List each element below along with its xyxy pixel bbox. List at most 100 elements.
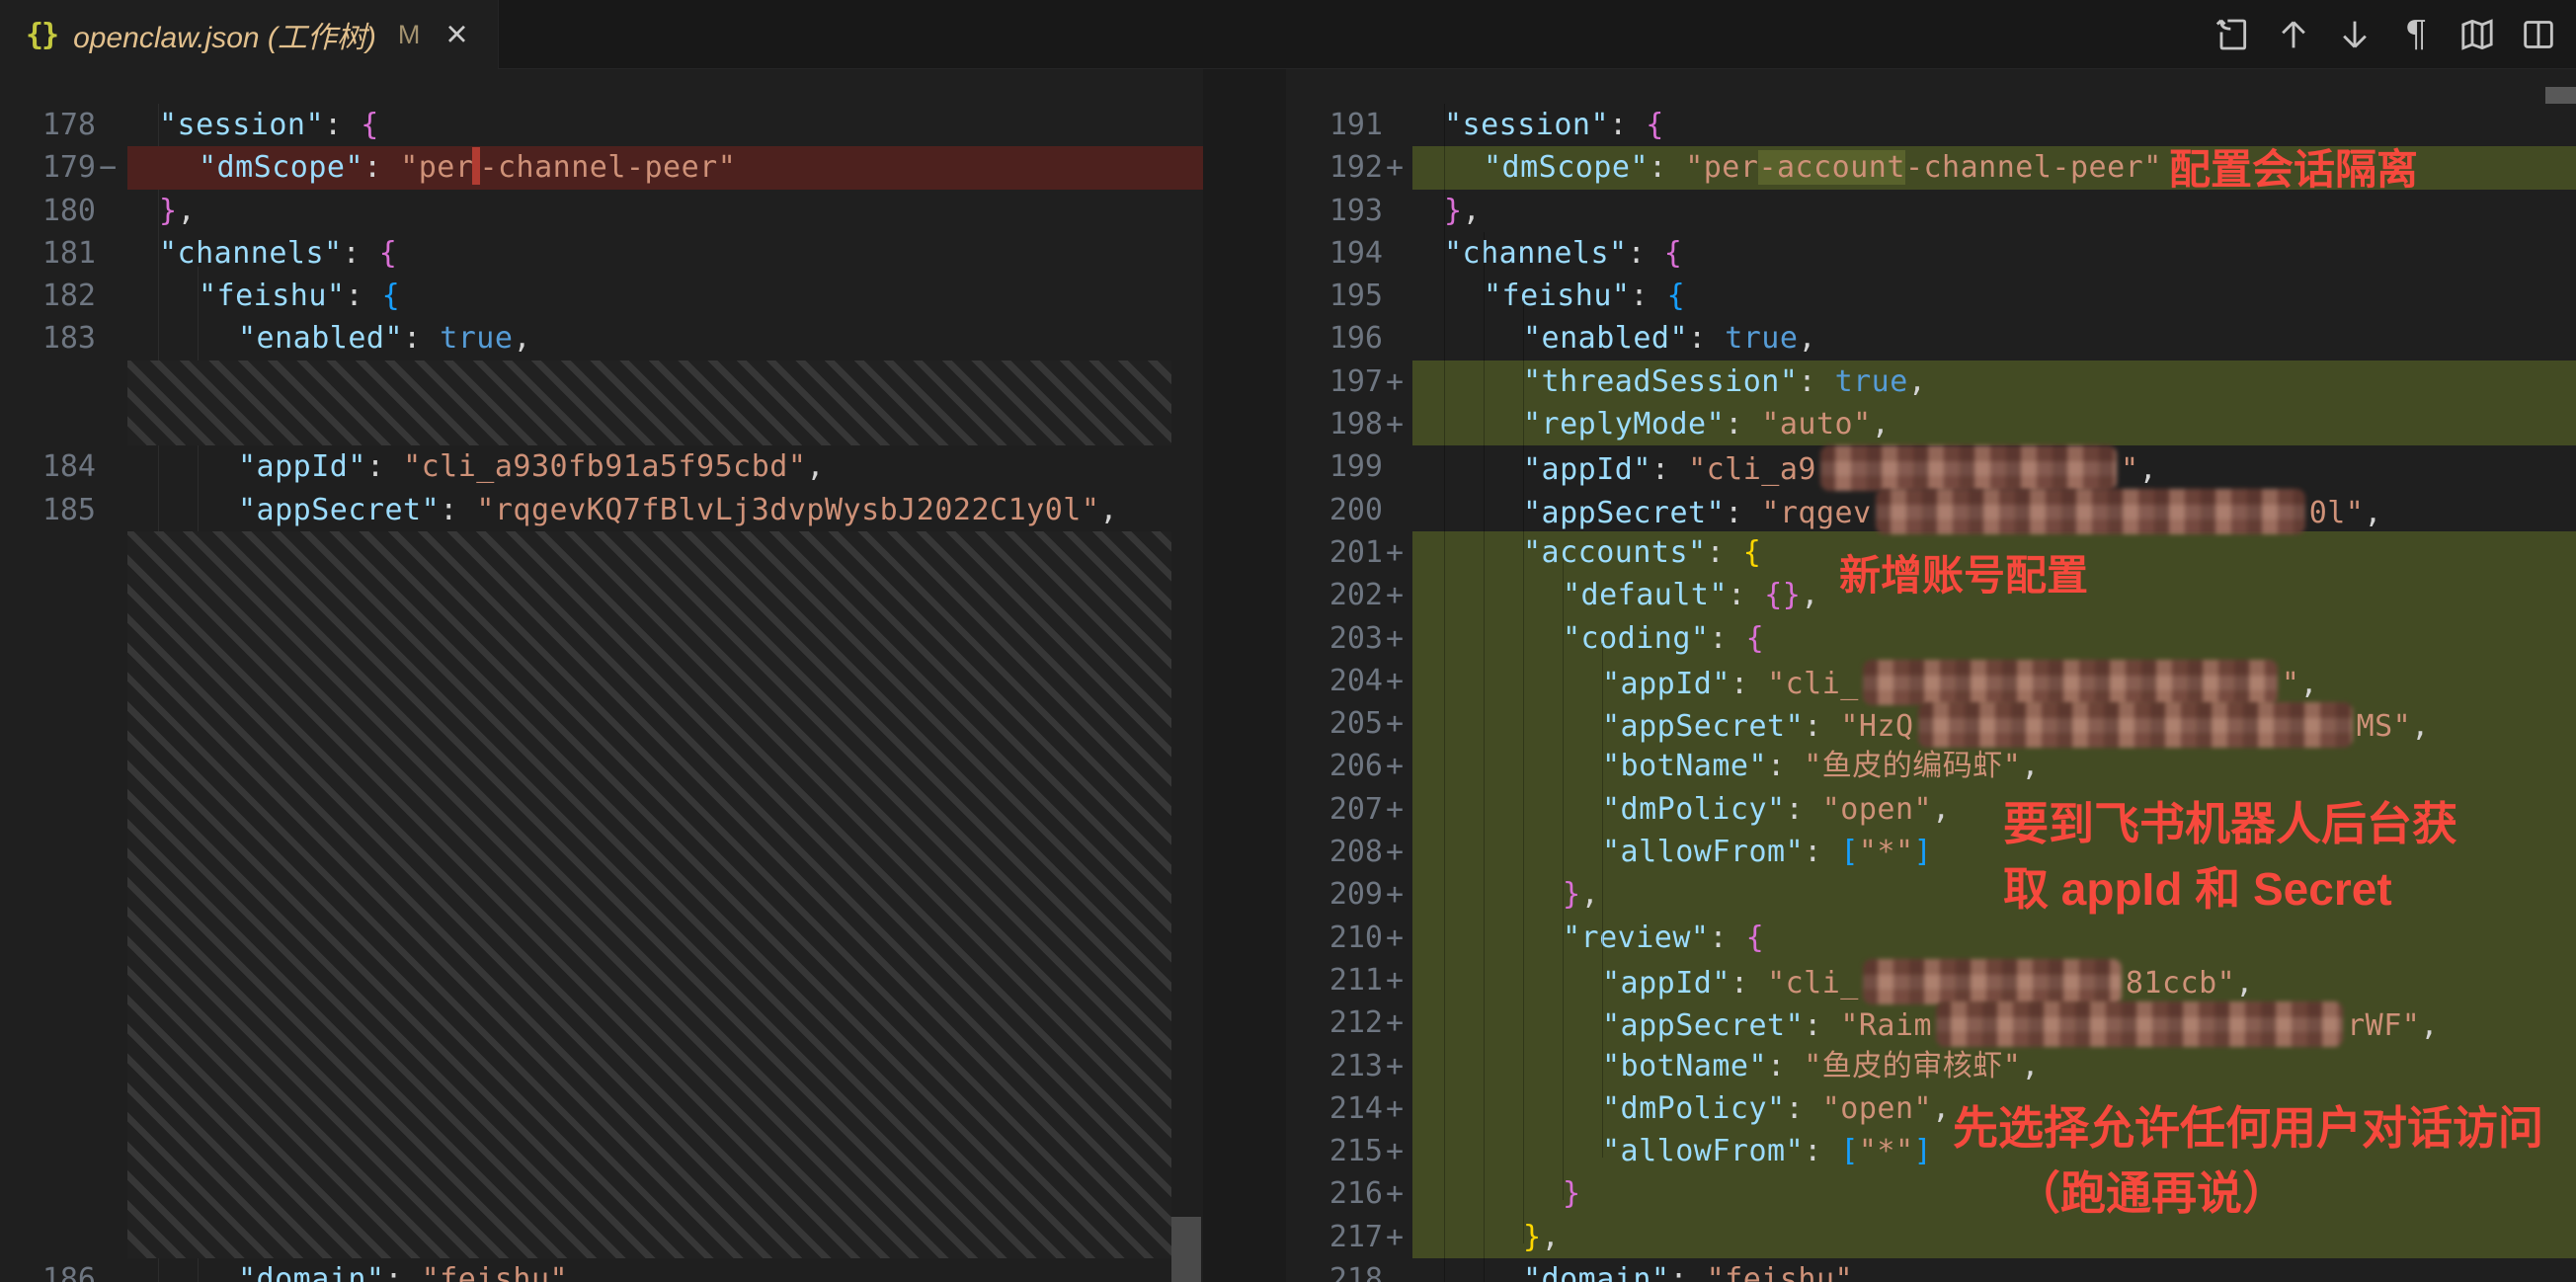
code-line[interactable]: "threadSession": true,	[1412, 361, 2576, 403]
code-line[interactable]: "appSecret": "rqgevKQ7fBlvLj3dvpWysbJ202…	[127, 489, 1203, 531]
code-token: ,	[568, 1262, 587, 1282]
code-token: :	[1804, 709, 1840, 744]
open-file-button[interactable]	[2209, 11, 2256, 58]
line-number: 212+	[1286, 1002, 1412, 1044]
code-line[interactable]: "appId": "cli_a9",	[1412, 445, 2576, 488]
code-line[interactable]: "session": {	[1412, 104, 2576, 146]
line-number: 182	[0, 275, 127, 317]
code-line[interactable]: "feishu": {	[1412, 275, 2576, 317]
pane-divider	[1203, 69, 1286, 1282]
code-token: "dmPolicy"	[1602, 792, 1786, 827]
code-line[interactable]: "session": {	[127, 104, 1203, 146]
code-line[interactable]: "appId": "cli_81ccb",	[1412, 959, 2576, 1002]
close-icon[interactable]: ×	[445, 16, 467, 53]
line-number: 199	[1286, 445, 1412, 488]
code-token: :	[1786, 792, 1822, 827]
code-token: "session"	[1444, 108, 1609, 142]
whitespace-button[interactable]: ¶	[2392, 11, 2440, 58]
code-token: [	[1840, 835, 1859, 869]
code-token: "鱼皮的审核虾"	[1804, 1049, 2021, 1083]
map-button[interactable]	[2454, 11, 2501, 58]
code-line[interactable]: "appSecret": "rqgev0l",	[1412, 489, 2576, 531]
previous-change-button[interactable]	[2270, 11, 2317, 58]
code-token: "threadSession"	[1523, 364, 1798, 399]
code-line[interactable]: "accounts": {	[1412, 531, 2576, 574]
code-line[interactable]: },	[1412, 190, 2576, 232]
code-line[interactable]: "appId": "cli_a930fb91a5f95cbd",	[127, 445, 1203, 488]
line-number: 216+	[1286, 1172, 1412, 1215]
code-token: "cli_a9	[1688, 452, 1816, 487]
code-token: :	[1731, 966, 1767, 1001]
code-token: "accounts"	[1523, 535, 1707, 570]
code-token: "appId"	[1602, 966, 1731, 1001]
modified-badge: M	[398, 20, 421, 50]
code-line[interactable]: "enabled": true,	[1412, 317, 2576, 360]
code-token: "per	[400, 150, 473, 185]
code-token: {	[1743, 535, 1762, 570]
code-line[interactable]: "enabled": true,	[127, 317, 1203, 360]
code-token: :	[1767, 749, 1804, 783]
left-scrollbar-thumb[interactable]	[1171, 1217, 1201, 1282]
code-line[interactable]: "appSecret": "HzQMS",	[1412, 702, 2576, 745]
next-change-button[interactable]	[2331, 11, 2378, 58]
code-token: :	[1725, 407, 1761, 441]
code-line[interactable]: "dmPolicy": "open",	[1412, 788, 2576, 831]
censored-blur	[1863, 660, 2278, 705]
code-token: :	[343, 236, 379, 271]
code-token: "feishu"	[1484, 279, 1631, 313]
indent-guide	[1563, 558, 1564, 1200]
code-token: -channel-peer"	[1905, 150, 2162, 185]
code-line[interactable]: "default": {},	[1412, 574, 2576, 616]
line-number: 178	[0, 104, 127, 146]
code-token: true	[1725, 321, 1798, 356]
code-token: "replyMode"	[1523, 407, 1725, 441]
code-line[interactable]: "allowFrom": ["*"]	[1412, 1130, 2576, 1172]
code-token: "feishu"	[1707, 1262, 1854, 1282]
code-line[interactable]: "dmScope": "per-account-channel-peer"	[1412, 146, 2576, 189]
left-code[interactable]: "session": {"dmScope": "per-channel-peer…	[127, 69, 1203, 1282]
code-line[interactable]: "allowFrom": ["*"]	[1412, 831, 2576, 873]
split-editor-button[interactable]	[2515, 11, 2562, 58]
code-token: ,	[1872, 407, 1891, 441]
code-token: "dmPolicy"	[1602, 1091, 1786, 1126]
code-token: "appSecret"	[238, 493, 440, 527]
code-line[interactable]: "dmScope": "per-channel-peer"	[127, 146, 1203, 189]
right-code[interactable]: "session": {"dmScope": "per-account-chan…	[1412, 69, 2576, 1282]
code-token: {	[382, 279, 401, 313]
code-line[interactable]: },	[127, 190, 1203, 232]
code-token: ,	[1581, 877, 1600, 912]
code-line[interactable]: "replyMode": "auto",	[1412, 403, 2576, 445]
code-line[interactable]: "botName": "鱼皮的审核虾",	[1412, 1045, 2576, 1087]
code-line[interactable]: "botName": "鱼皮的编码虾",	[1412, 745, 2576, 787]
code-token: ,	[806, 449, 825, 484]
code-line[interactable]: "appId": "cli_",	[1412, 660, 2576, 702]
code-token: }	[1444, 194, 1463, 228]
code-token: "appId"	[1523, 452, 1651, 487]
code-token: :	[1804, 1134, 1840, 1168]
code-line[interactable]: },	[1412, 1216, 2576, 1258]
line-number: 203+	[1286, 617, 1412, 660]
code-line[interactable]: }	[1412, 1172, 2576, 1215]
code-line[interactable]: "dmPolicy": "open",	[1412, 1087, 2576, 1130]
line-number: 208+	[1286, 831, 1412, 873]
line-number: 204+	[1286, 660, 1412, 702]
code-token: "channels"	[1444, 236, 1628, 271]
code-line[interactable]: "domain": "feishu",	[1412, 1258, 2576, 1282]
code-line[interactable]: "channels": {	[127, 232, 1203, 275]
code-line[interactable]: "channels": {	[1412, 232, 2576, 275]
code-token: :	[1710, 921, 1746, 955]
right-scrollbar-thumb[interactable]	[2545, 87, 2576, 104]
code-token: :	[1786, 1091, 1822, 1126]
code-token: "rqgev	[1761, 496, 1871, 530]
line-number: 193	[1286, 190, 1412, 232]
code-line[interactable]: "coding": {	[1412, 617, 2576, 660]
code-line[interactable]: "domain": "feishu",	[127, 1258, 1203, 1282]
censored-blur	[1936, 1002, 2343, 1047]
code-token: ]	[1914, 835, 1933, 869]
code-line[interactable]: "review": {	[1412, 917, 2576, 959]
code-token: ,	[1853, 1262, 1872, 1282]
code-line[interactable]: "feishu": {	[127, 275, 1203, 317]
code-line[interactable]: },	[1412, 873, 2576, 916]
code-line[interactable]: "appSecret": "RaimrWF",	[1412, 1002, 2576, 1044]
tab-openclaw-json[interactable]: {} openclaw.json (工作树) M ×	[0, 0, 499, 69]
